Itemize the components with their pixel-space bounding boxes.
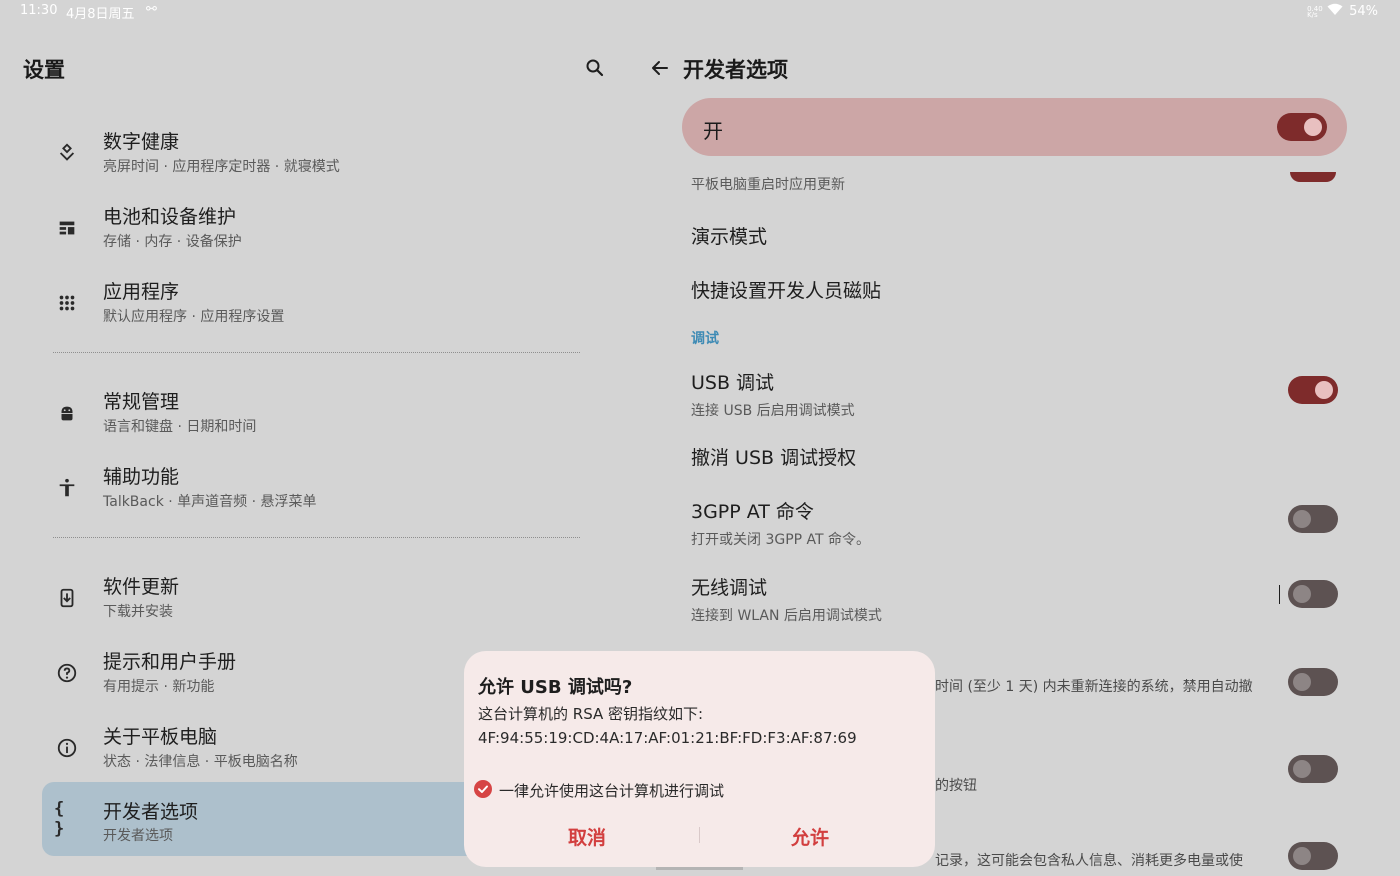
usb-debug-dialog: 允许 USB 调试吗? 这台计算机的 RSA 密钥指纹如下: 4F:94:55:… (464, 651, 935, 867)
pref-subtitle: 连接到 WLAN 后启用调试模式 (691, 608, 882, 624)
menu-item-title: 应用程序 (103, 281, 180, 303)
android-icon (54, 400, 80, 426)
back-arrow-icon[interactable] (648, 56, 672, 80)
toggle-knob (1293, 760, 1311, 778)
pref-wireless-debugging[interactable]: 无线调试 连接到 WLAN 后启用调试模式 (691, 573, 882, 625)
wireless-debugging-toggle[interactable] (1288, 580, 1338, 608)
toggle-knob (1304, 118, 1322, 136)
pref-title: 3GPP AT 命令 (691, 501, 814, 523)
menu-item-subtitle: 存储 · 内存 · 设备保护 (103, 234, 242, 250)
menu-item-title: 常规管理 (103, 391, 180, 413)
button-separator (699, 827, 700, 843)
developer-options-title: 开发者选项 (683, 58, 788, 82)
dialog-message: 这台计算机的 RSA 密钥指纹如下: (478, 705, 704, 723)
device-care-icon (54, 215, 80, 241)
software-update-icon (54, 585, 80, 611)
menu-item-title: 数字健康 (103, 131, 180, 153)
digital-wellbeing-icon (54, 140, 80, 166)
menu-item-subtitle: 默认应用程序 · 应用程序设置 (103, 309, 285, 325)
status-bar: 11:30 4月8日周五 ⚯ 0.40 K/s 54% (0, 0, 1400, 24)
accessibility-icon (54, 475, 80, 501)
menu-item-digital-wellbeing[interactable]: 数字健康 亮屏时间 · 应用程序定时器 · 就寝模式 (42, 116, 592, 188)
pref-partial-text-button: 的按钮 (935, 778, 977, 794)
menu-item-subtitle: 开发者选项 (103, 828, 173, 844)
master-toggle[interactable] (1277, 113, 1327, 141)
pref-subtitle: 连接 USB 后启用调试模式 (691, 403, 855, 419)
update-on-restart-subtitle: 平板电脑重启时应用更新 (691, 177, 845, 193)
menu-item-software-update[interactable]: 软件更新 下载并安装 (42, 561, 592, 633)
section-divider (53, 352, 580, 353)
link-icon: ⚯ (146, 2, 157, 17)
menu-item-subtitle: 语言和键盘 · 日期和时间 (103, 419, 257, 435)
toggle-knob (1293, 847, 1311, 865)
always-allow-label[interactable]: 一律允许使用这台计算机进行调试 (499, 780, 724, 801)
pref-demo-mode[interactable]: 演示模式 (691, 222, 767, 249)
search-icon[interactable] (583, 56, 607, 80)
pref-partial-text-logging: 记录，这可能会包含私人信息、消耗更多电量或使 (935, 853, 1243, 869)
settings-title: 设置 (23, 58, 65, 82)
master-switch-label: 开 (703, 119, 723, 143)
wifi-icon (1327, 3, 1343, 20)
menu-item-general-management[interactable]: 常规管理 语言和键盘 · 日期和时间 (42, 376, 592, 448)
pref-title: 撤消 USB 调试授权 (691, 447, 857, 469)
pref-subtitle: 打开或关闭 3GPP AT 命令。 (691, 532, 871, 548)
section-divider (53, 537, 580, 538)
network-speed: 0.40 K/s (1307, 4, 1323, 19)
menu-item-title: 电池和设备维护 (103, 206, 237, 228)
menu-item-title: 提示和用户手册 (103, 651, 237, 673)
braces-icon: { } (54, 799, 65, 839)
auto-revoke-toggle[interactable] (1288, 668, 1338, 696)
rsa-fingerprint: 4F:94:55:19:CD:4A:17:AF:01:21:BF:FD:F3:A… (478, 729, 857, 747)
pref-3gpp-at[interactable]: 3GPP AT 命令 打开或关闭 3GPP AT 命令。 (691, 497, 870, 549)
menu-item-apps[interactable]: 应用程序 默认应用程序 · 应用程序设置 (42, 266, 592, 338)
toggle-peek (1290, 172, 1336, 182)
pref-title: 快捷设置开发人员磁贴 (691, 280, 882, 302)
status-date: 4月8日周五 (66, 7, 135, 22)
menu-item-device-care[interactable]: 电池和设备维护 存储 · 内存 · 设备保护 (42, 191, 592, 263)
toggle-knob (1293, 673, 1311, 691)
menu-item-accessibility[interactable]: 辅助功能 TalkBack · 单声道音频 · 悬浮菜单 (42, 451, 592, 523)
menu-item-title: 开发者选项 (103, 801, 199, 823)
status-time: 11:30 (20, 3, 58, 18)
menu-item-title: 辅助功能 (103, 466, 180, 488)
3gpp-at-toggle[interactable] (1288, 505, 1338, 533)
bug-report-toggle[interactable] (1288, 755, 1338, 783)
always-allow-checkbox[interactable] (474, 780, 492, 798)
menu-item-subtitle: 状态 · 法律信息 · 平板电脑名称 (103, 754, 298, 770)
allow-button[interactable]: 允许 (791, 823, 829, 850)
logging-toggle[interactable] (1288, 842, 1338, 870)
menu-item-subtitle: 亮屏时间 · 应用程序定时器 · 就寝模式 (103, 159, 340, 175)
info-icon (54, 735, 80, 761)
toggle-knob (1293, 585, 1311, 603)
menu-item-subtitle: 有用提示 · 新功能 (103, 679, 215, 695)
divider-bar (1279, 585, 1280, 604)
battery-level: 54% (1349, 4, 1378, 19)
navigation-handle[interactable] (656, 867, 743, 870)
usb-debugging-toggle[interactable] (1288, 376, 1338, 404)
menu-item-title: 软件更新 (103, 576, 180, 598)
pref-title: 演示模式 (691, 226, 768, 248)
help-icon (54, 660, 80, 686)
menu-item-subtitle: TalkBack · 单声道音频 · 悬浮菜单 (103, 494, 317, 510)
pref-partial-text-revoke-auth: 时间 (至少 1 天) 内未重新连接的系统，禁用自动撤 (935, 679, 1253, 695)
dialog-title: 允许 USB 调试吗? (478, 677, 633, 698)
cancel-button[interactable]: 取消 (568, 823, 606, 850)
pref-quick-tiles[interactable]: 快捷设置开发人员磁贴 (691, 276, 881, 303)
category-debug: 调试 (691, 331, 719, 347)
toggle-knob (1293, 510, 1311, 528)
menu-item-title: 关于平板电脑 (103, 726, 218, 748)
status-right: 0.40 K/s 54% (1307, 3, 1378, 20)
pref-revoke-usb[interactable]: 撤消 USB 调试授权 (691, 443, 856, 470)
apps-grid-icon (54, 290, 80, 316)
master-switch-bar[interactable]: 开 (682, 98, 1347, 156)
pref-title: 无线调试 (691, 577, 768, 599)
pref-usb-debugging[interactable]: USB 调试 连接 USB 后启用调试模式 (691, 368, 855, 420)
menu-item-subtitle: 下载并安装 (103, 604, 173, 620)
pref-title: USB 调试 (691, 372, 775, 394)
toggle-knob (1315, 381, 1333, 399)
